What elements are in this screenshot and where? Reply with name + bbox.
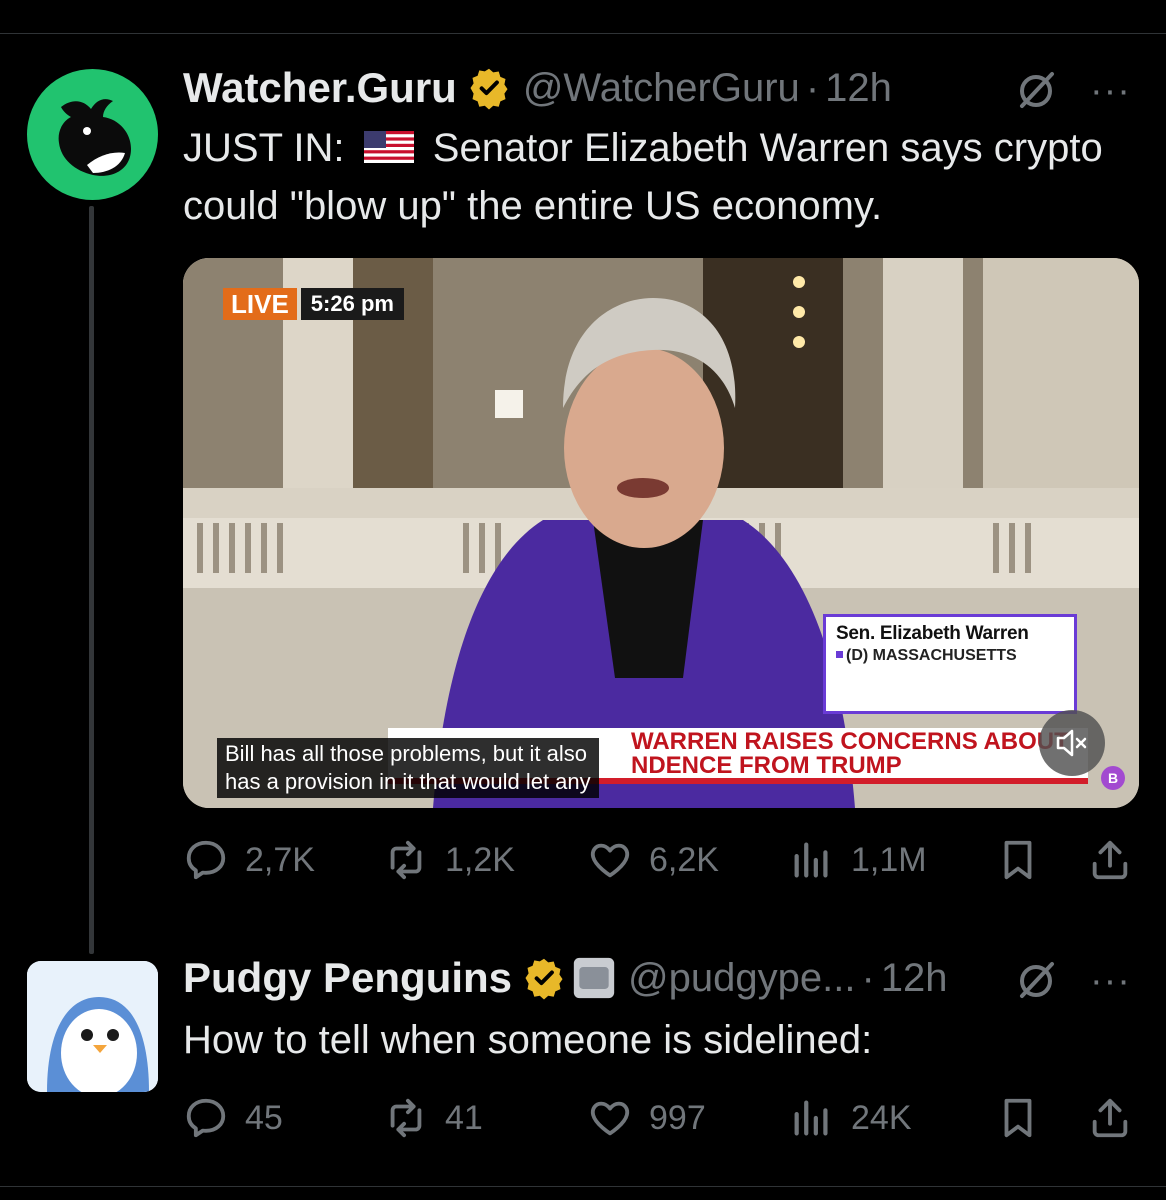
like-icon [590,843,630,878]
reply-count: 45 [245,1098,283,1137]
reply-count: 2,7K [245,840,315,879]
tweet-actions: 2,7K 1,2K 6,2K 1,1M [183,830,1138,890]
caption-line-1: Bill has all those problems, but it also [225,741,587,766]
views-count: 24K [851,1098,912,1137]
mute-button[interactable] [1039,710,1105,776]
views-button[interactable]: 24K [789,1088,912,1148]
author-handle[interactable]: @pudgype... [628,956,855,1001]
views-icon [794,1100,828,1136]
whale-logo-icon [58,99,132,176]
like-icon [590,1101,630,1136]
bookmark-icon[interactable] [995,837,1041,883]
tweet-time[interactable]: 12h [825,66,892,111]
views-count: 1,1M [851,840,927,879]
us-flag-icon [363,131,414,163]
repost-icon [390,840,422,880]
tweet-text-prefix: JUST IN: [183,126,345,170]
separator-dot: · [861,955,875,1000]
tweet-text: How to tell when someone is sidelined: [183,1018,873,1062]
live-indicator: LIVE 5:26 pm [223,288,404,320]
name-lower-third: Sen. Elizabeth Warren (D) MASSACHUSETTS [823,614,1077,714]
caption-line-2: has a provision in it that would let any [225,769,591,794]
verified-gold-badge-icon[interactable] [522,956,566,1000]
news-headline: WARREN RAISES CONCERNS ABOUT NDENCE FROM… [631,730,1069,778]
live-label: LIVE [223,288,297,320]
video-captions: Bill has all those problems, but it also… [217,738,599,798]
reply-icon [186,840,226,880]
watcherguru-avatar[interactable] [27,69,158,200]
reply-button[interactable]: 45 [183,1088,283,1148]
author-handle[interactable]: @WatcherGuru [523,66,800,111]
repost-icon [390,1098,422,1138]
reply-button[interactable]: 2,7K [183,830,315,890]
repost-count: 41 [445,1098,483,1137]
tweet-text: JUST IN: Senator Elizabeth Warren says c… [183,119,1143,235]
tweet-actions: 45 41 997 24K [183,1088,1138,1148]
grok-icon[interactable] [1014,958,1058,1002]
headline-line-2: NDENCE FROM TRUMP [631,752,902,779]
tweet-time[interactable]: 12h [881,956,948,1001]
grok-icon[interactable] [1014,68,1058,112]
author-name[interactable]: Pudgy Penguins [183,954,512,1002]
bottom-divider [0,1186,1166,1187]
affiliate-badge-icon[interactable] [572,956,616,1000]
live-time: 5:26 pm [300,288,404,320]
mute-icon [1056,729,1087,757]
penguin-logo-icon [27,961,158,1092]
separator-dot: · [805,65,820,110]
pudgy-penguins-avatar[interactable] [27,961,158,1092]
repost-button[interactable]: 41 [383,1088,483,1148]
thread-connector-line [89,206,94,954]
more-icon[interactable]: ··· [1090,962,1131,1000]
more-icon[interactable]: ··· [1090,72,1131,110]
share-icon[interactable] [1087,1095,1133,1141]
views-button[interactable]: 1,1M [789,830,927,890]
lower-third-party: (D) MASSACHUSETTS [836,647,1064,665]
repost-count: 1,2K [445,840,515,879]
top-divider [0,33,1166,34]
like-button[interactable]: 6,2K [587,830,719,890]
share-icon[interactable] [1087,837,1133,883]
bookmark-icon[interactable] [995,1095,1041,1141]
reply-icon [186,1098,226,1138]
like-button[interactable]: 997 [587,1088,706,1148]
headline-line-1: WARREN RAISES CONCERNS ABOUT [631,728,1069,755]
tweet-header: Watcher.Guru @WatcherGuru · 12h [183,64,892,112]
like-count: 997 [649,1098,706,1137]
lower-third-name: Sen. Elizabeth Warren [836,623,1029,644]
video-player[interactable]: LIVE 5:26 pm Sen. Elizabeth Warren (D) M… [183,258,1139,808]
repost-button[interactable]: 1,2K [383,830,515,890]
video-frame-image [183,258,1139,808]
corner-badge: B [1101,766,1125,790]
verified-gold-badge-icon[interactable] [467,66,511,110]
views-icon [794,842,828,878]
author-name[interactable]: Watcher.Guru [183,64,457,112]
tweet-header: Pudgy Penguins @pudgype... · 12h [183,954,948,1002]
like-count: 6,2K [649,840,719,879]
